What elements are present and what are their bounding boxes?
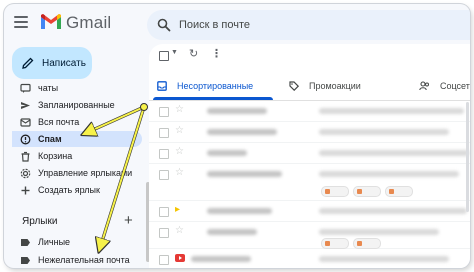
search-bar[interactable]	[147, 10, 470, 40]
people-icon	[419, 81, 430, 91]
sidebar-item-label: Вся почта	[38, 117, 80, 127]
row-checkbox[interactable]	[159, 228, 169, 238]
main-scrollbar[interactable]	[466, 102, 469, 212]
tab-label: Соцсети	[440, 81, 470, 91]
snippet-blurred	[319, 171, 459, 177]
compose-label: Написать	[42, 57, 86, 69]
sender-blurred	[207, 229, 257, 235]
email-row[interactable]: ☆	[149, 143, 470, 164]
tab-social[interactable]: Соцсети	[419, 72, 470, 100]
tab-label: Промоакции	[309, 81, 361, 91]
youtube-icon	[175, 254, 185, 262]
snippet-blurred	[319, 229, 439, 235]
sender-blurred	[207, 208, 272, 214]
more-options-icon[interactable]: ⋮	[211, 47, 222, 60]
sender-blurred	[207, 129, 277, 135]
select-all-checkbox[interactable]	[159, 51, 169, 61]
snippet-blurred	[319, 256, 449, 262]
sidebar-item-label: чаты	[38, 83, 59, 93]
attachment-chip[interactable]	[385, 186, 413, 197]
sidebar-item-label: Личные	[38, 237, 71, 247]
important-marker-icon[interactable]: ▸	[175, 204, 180, 215]
sidebar-label-personal[interactable]: Личные	[12, 234, 142, 250]
sidebar-item-all-mail[interactable]: Вся почта	[12, 114, 142, 130]
sidebar-item-label: Управление ярлыками	[38, 168, 133, 178]
compose-button[interactable]: Написать	[12, 47, 92, 79]
sidebar-label-junk[interactable]: Нежелательная почта	[12, 252, 142, 268]
tag-icon	[289, 81, 299, 91]
star-icon[interactable]: ☆	[175, 104, 184, 115]
chevron-down-icon[interactable]: ▼	[171, 49, 178, 56]
star-icon[interactable]: ☆	[175, 146, 184, 157]
email-row[interactable]: ☆	[149, 222, 470, 249]
label-icon	[18, 253, 32, 267]
labels-heading: Ярлыки	[22, 216, 58, 227]
sender-blurred	[207, 108, 267, 114]
report-spam-icon	[18, 132, 32, 146]
attachment-chip[interactable]	[321, 238, 349, 249]
app-name: Gmail	[66, 13, 112, 32]
sidebar-item-scheduled[interactable]: Запланированные	[12, 97, 142, 113]
inbox-icon	[157, 81, 167, 91]
search-icon[interactable]	[157, 18, 171, 32]
add-label-button[interactable]: +	[124, 212, 133, 229]
attachment-chip[interactable]	[353, 186, 381, 197]
row-checkbox[interactable]	[159, 149, 169, 159]
sidebar-item-label: Нежелательная почта	[38, 255, 130, 265]
sender-blurred	[207, 171, 282, 177]
tab-primary[interactable]: Несортированные	[157, 72, 253, 100]
snippet-blurred	[319, 108, 464, 114]
schedule-send-icon	[18, 98, 32, 112]
email-row[interactable]: ▸	[149, 201, 470, 222]
trash-icon	[18, 149, 32, 163]
sidebar-item-label: Спам	[38, 134, 62, 144]
gmail-logo-icon	[41, 14, 61, 29]
email-row[interactable]: ☆	[149, 122, 470, 143]
snippet-blurred	[319, 129, 449, 135]
sidebar-item-chats[interactable]: чаты	[12, 80, 142, 96]
plus-icon	[18, 183, 32, 197]
sidebar-item-trash[interactable]: Корзина	[12, 148, 142, 164]
row-checkbox[interactable]	[159, 207, 169, 217]
row-checkbox[interactable]	[159, 255, 169, 265]
sidebar-item-label: Корзина	[38, 151, 73, 161]
email-row[interactable]	[149, 249, 470, 268]
row-checkbox[interactable]	[159, 107, 169, 117]
refresh-icon[interactable]: ↻	[189, 47, 198, 60]
pencil-icon	[22, 57, 34, 69]
top-bar: Gmail	[4, 4, 470, 44]
sidebar-item-label: Создать ярлык	[38, 185, 100, 195]
mail-toolbar: ▼ ↻ ⋮	[149, 44, 470, 66]
tab-promotions[interactable]: Промоакции	[289, 72, 361, 100]
tab-label: Несортированные	[177, 81, 254, 91]
gmail-window: Gmail Написать чаты Запланированные	[4, 4, 470, 268]
row-checkbox[interactable]	[159, 170, 169, 180]
main-panel: ▼ ↻ ⋮ Несортированные Промоакции Соцсети	[149, 44, 470, 268]
sidebar-item-manage-labels[interactable]: Управление ярлыками	[12, 165, 142, 181]
sidebar-item-spam[interactable]: Спам	[12, 131, 142, 147]
star-icon[interactable]: ☆	[175, 167, 184, 178]
hamburger-menu-icon[interactable]	[14, 16, 28, 28]
email-row[interactable]: ☆	[149, 164, 470, 201]
sender-blurred	[207, 150, 247, 156]
all-mail-icon	[18, 115, 32, 129]
attachment-chip[interactable]	[353, 238, 381, 249]
star-icon[interactable]: ☆	[175, 225, 184, 236]
sidebar-item-create-label[interactable]: Создать ярлык	[12, 182, 142, 198]
row-checkbox[interactable]	[159, 128, 169, 138]
snippet-blurred	[319, 150, 469, 156]
attachment-chip[interactable]	[321, 186, 349, 197]
sidebar-item-label: Запланированные	[38, 100, 115, 110]
search-input[interactable]	[179, 10, 459, 40]
sender-blurred	[191, 256, 251, 262]
star-icon[interactable]: ☆	[175, 125, 184, 136]
email-row[interactable]: ☆	[149, 101, 470, 122]
chat-icon	[18, 81, 32, 95]
label-icon	[18, 235, 32, 249]
snippet-blurred	[319, 208, 467, 214]
settings-icon	[18, 166, 32, 180]
